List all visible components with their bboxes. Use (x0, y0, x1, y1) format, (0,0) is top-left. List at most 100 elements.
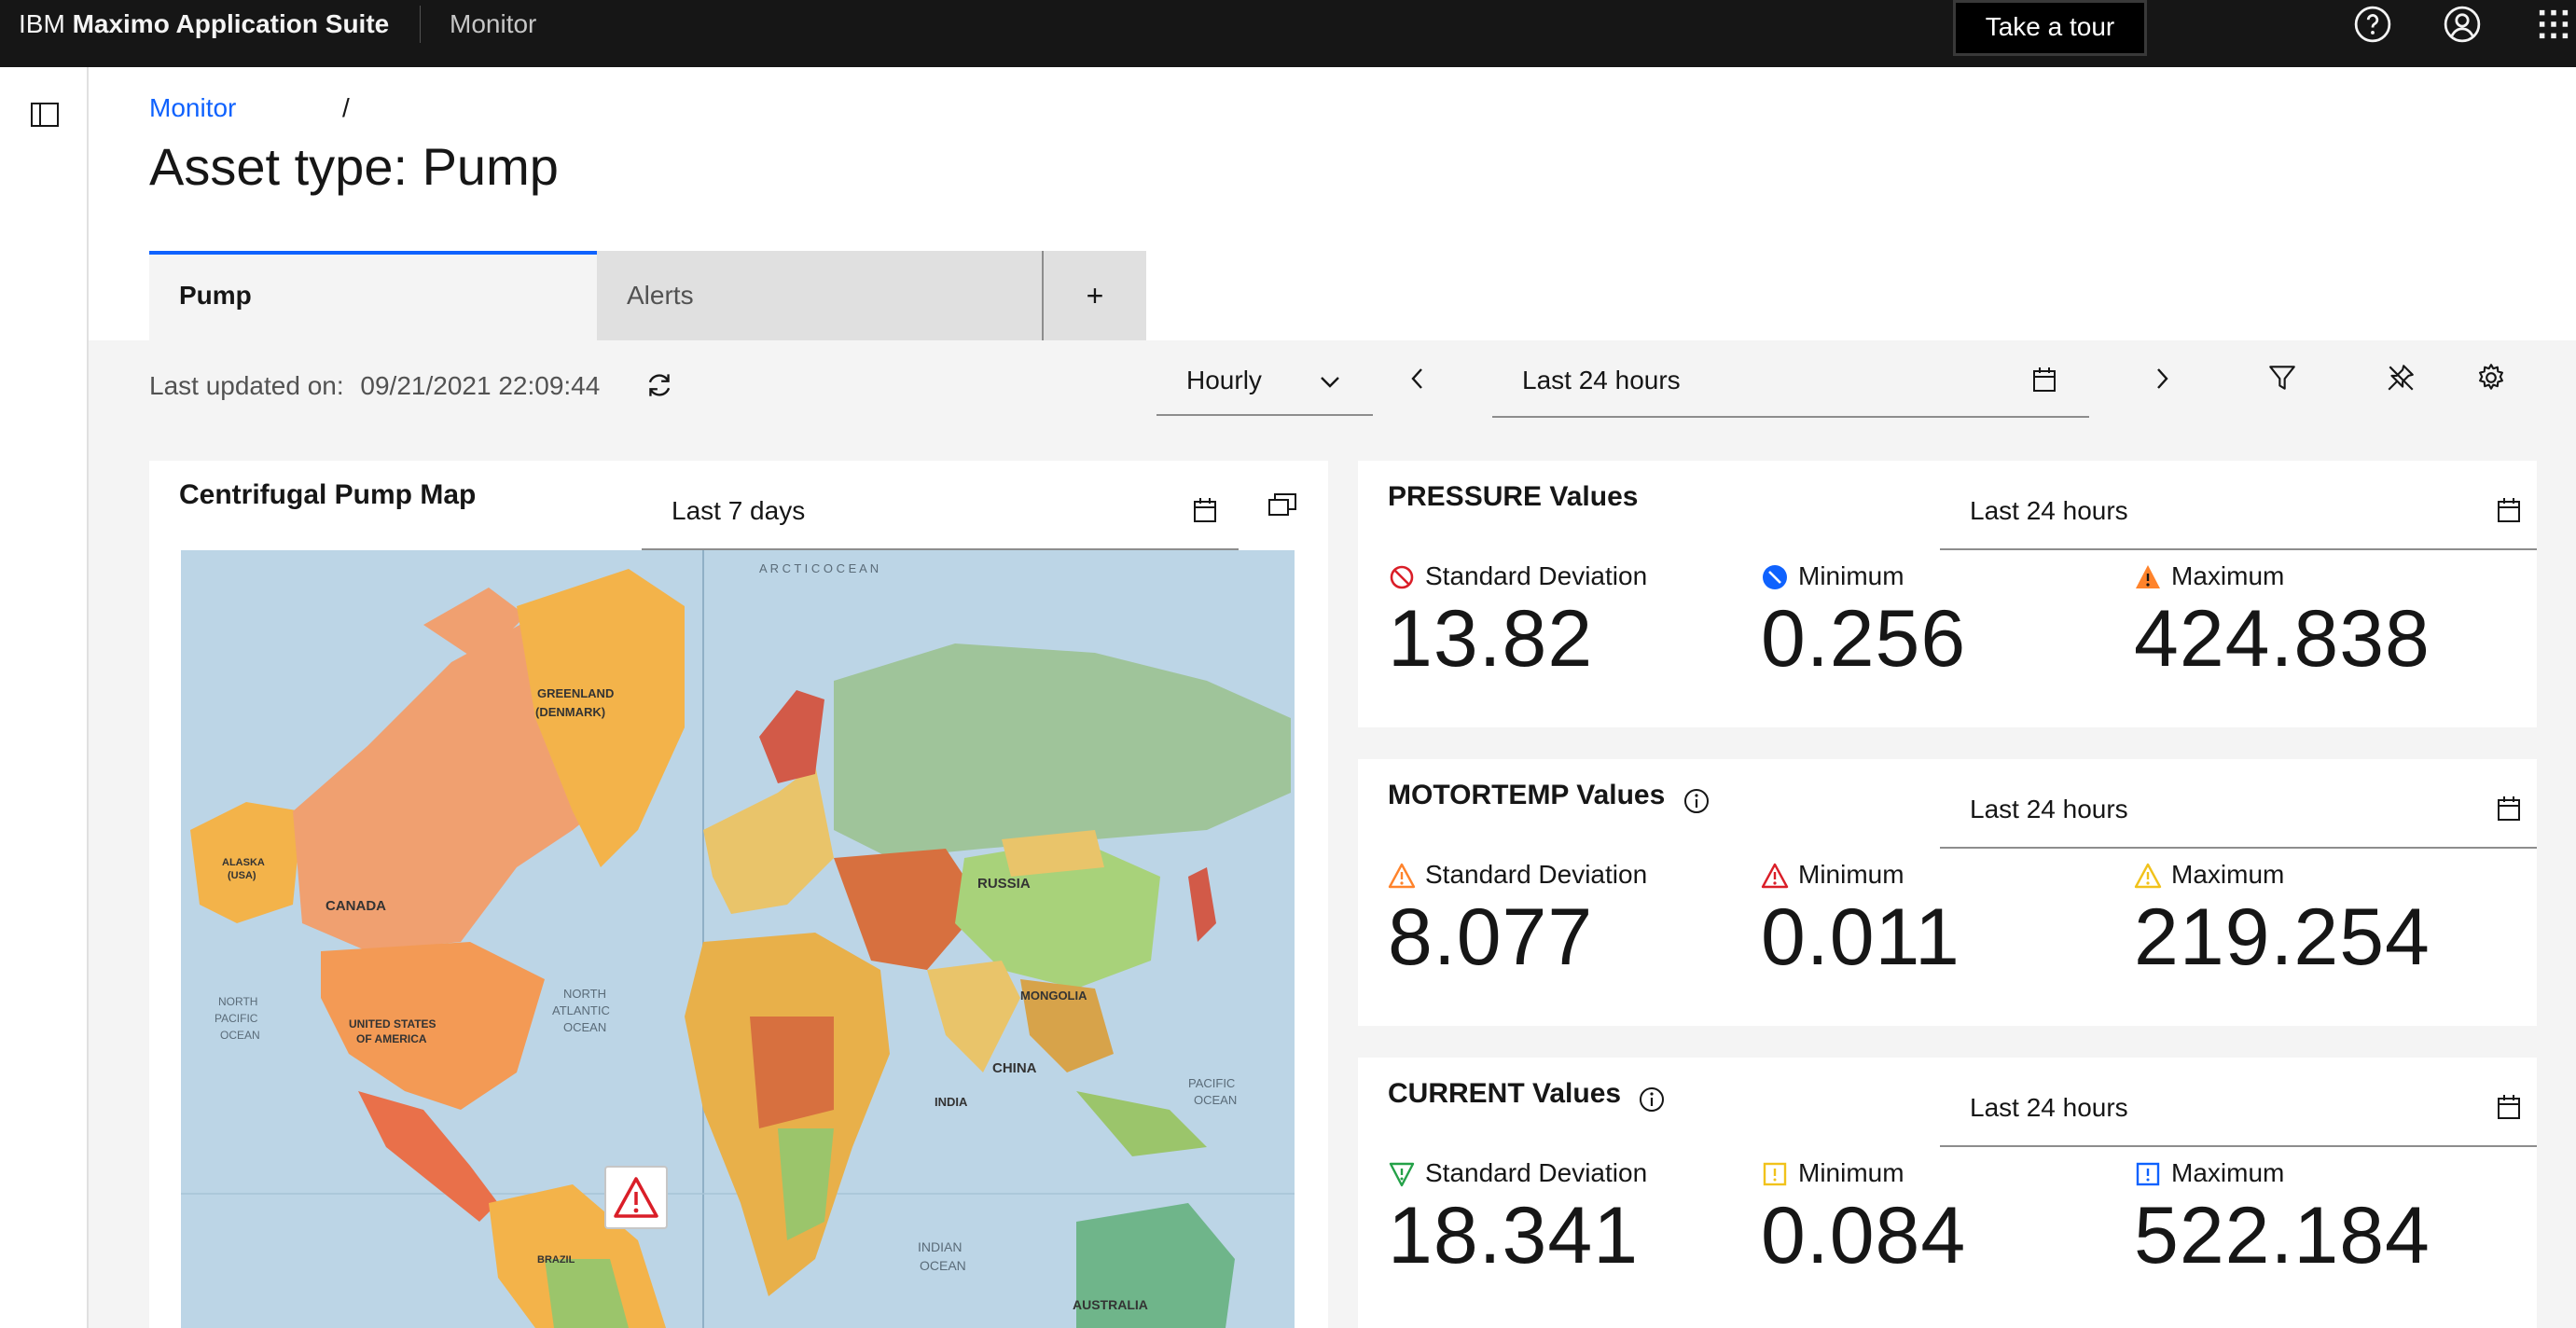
map-label-east-pacific-ocean: OCEAN (1194, 1093, 1237, 1107)
user-avatar-icon[interactable] (2442, 4, 2483, 45)
expand-icon[interactable] (1267, 491, 1298, 519)
card-title: CURRENT Values (1388, 1078, 1622, 1109)
prohibited-icon (1390, 565, 1414, 589)
map-label-russia: RUSSIA (977, 876, 1031, 892)
side-nav-rail (0, 67, 89, 1328)
last-updated-value: 09/21/2021 22:09:44 (360, 371, 601, 400)
interval-dropdown[interactable]: Hourly (1156, 349, 1373, 416)
breadcrumb-separator: / (342, 93, 350, 122)
card-date-range-picker[interactable]: Last 24 hours (1940, 776, 2537, 849)
warning-outline-icon (2134, 863, 2162, 889)
product-name[interactable]: IBM Maximo Application Suite (19, 0, 389, 67)
calendar-icon (1194, 498, 1216, 522)
brand-prefix: IBM (19, 9, 65, 38)
date-range-value: Last 24 hours (1522, 366, 1681, 394)
map-date-range-picker[interactable]: Last 7 days (642, 477, 1239, 550)
map-label-ocean: OCEAN (220, 1029, 260, 1042)
unpin-icon[interactable] (2385, 362, 2417, 394)
metric-label: Maximum (2171, 1158, 2285, 1187)
alert-triangle-icon (614, 1177, 658, 1218)
pressure-values-card: PRESSURE Values Last 24 hours Standard D… (1358, 461, 2537, 727)
metric-label: Minimum (1798, 1158, 1904, 1187)
pump-map-card: Centrifugal Pump Map Last 7 days A R C T… (149, 461, 1328, 1328)
next-period-icon[interactable] (2149, 364, 2175, 394)
card-date-range-picker[interactable]: Last 24 hours (1940, 1074, 2537, 1147)
metric-value: 0.011 (1761, 892, 1960, 982)
map-card-title: Centrifugal Pump Map (179, 479, 477, 510)
metric-value: 18.341 (1388, 1191, 1640, 1280)
add-tab-button[interactable]: + (1044, 251, 1146, 340)
metric-value: 0.256 (1761, 594, 1967, 684)
date-range-picker[interactable]: Last 24 hours (1492, 349, 2089, 418)
current-values-card: CURRENT Values Last 24 hours Standard De… (1358, 1058, 2537, 1328)
card-date-range-picker[interactable]: Last 24 hours (1940, 477, 2537, 550)
card-date-range-value: Last 24 hours (1970, 795, 2128, 823)
motortemp-values-card: MOTORTEMP Values Last 24 hours Standard … (1358, 759, 2537, 1026)
page-header: Monitor / Asset type: Pump Pump Alerts + (89, 67, 2576, 340)
breadcrumb-monitor-link[interactable]: Monitor (149, 93, 236, 123)
map-label-mongolia: MONGOLIA (1020, 989, 1087, 1003)
map-label-china: CHINA (992, 1060, 1037, 1076)
metric-value: 219.254 (2134, 892, 2431, 982)
map-label-pacific: PACIFIC (215, 1012, 258, 1025)
calendar-icon (2498, 498, 2520, 522)
info-square-icon (2136, 1162, 2160, 1186)
last-updated: Last updated on: 09/21/2021 22:09:44 (149, 371, 600, 401)
map-label-india: INDIA (935, 1095, 968, 1109)
map-label-usa: UNITED STATES (349, 1017, 436, 1031)
previous-period-icon[interactable] (1405, 364, 1431, 394)
card-date-range-value: Last 24 hours (1970, 496, 2128, 525)
tab-alerts[interactable]: Alerts (597, 251, 1044, 340)
metric-value: 13.82 (1388, 594, 1594, 684)
map-label-denmark: (DENMARK) (535, 705, 605, 719)
map-label-brazil: BRAZIL (537, 1254, 575, 1266)
metric-label: Standard Deviation (1425, 860, 1648, 889)
metric-label: Minimum (1798, 860, 1904, 889)
warning-filled-icon (2136, 565, 2160, 588)
top-header-bar: IBM Maximo Application Suite Monitor Tak… (0, 0, 2576, 67)
map-label-america: OF AMERICA (356, 1032, 427, 1045)
calendar-icon (2498, 796, 2520, 821)
calendar-icon (2498, 1095, 2520, 1119)
metric-label: Minimum (1798, 561, 1904, 590)
map-label-north-atlantic: NORTH (563, 987, 606, 1001)
warning-outline-icon (1761, 863, 1789, 889)
card-title: PRESSURE Values (1388, 481, 1639, 512)
brand-name: Maximo Application Suite (72, 9, 390, 38)
filter-icon[interactable] (2266, 362, 2298, 394)
metric-value: 522.184 (2134, 1191, 2431, 1280)
side-panel-toggle-icon[interactable] (30, 101, 60, 129)
metric-label: Maximum (2171, 561, 2285, 590)
tab-pump[interactable]: Pump (149, 251, 597, 340)
map-date-range-value: Last 7 days (672, 496, 806, 525)
warning-square-icon (1763, 1162, 1787, 1186)
settings-gear-icon[interactable] (2475, 362, 2507, 394)
minor-slash-icon (1763, 565, 1787, 589)
take-a-tour-button[interactable]: Take a tour (1953, 0, 2147, 56)
map-label-east-pacific: PACIFIC (1188, 1076, 1235, 1090)
info-icon[interactable] (1638, 1086, 1666, 1114)
metric-value: 424.838 (2134, 594, 2431, 684)
chevron-down-icon (1321, 377, 1339, 388)
refresh-icon[interactable] (644, 369, 675, 401)
metric-label: Standard Deviation (1425, 1158, 1648, 1187)
calendar-icon (2033, 367, 2056, 392)
interval-value: Hourly (1186, 366, 1262, 394)
triangle-down-icon (1389, 1162, 1415, 1187)
page-title: Asset type: Pump (149, 137, 559, 196)
map-label-alaska: ALASKA (222, 857, 265, 868)
world-map[interactable]: A R C T I C O C E A N GREENLAND (DENMARK… (181, 550, 1295, 1328)
metric-label: Maximum (2171, 860, 2285, 889)
app-switcher-icon[interactable] (2533, 4, 2574, 45)
world-map-graphic: A R C T I C O C E A N GREENLAND (DENMARK… (181, 550, 1295, 1328)
header-divider (420, 6, 421, 43)
card-title: MOTORTEMP Values (1388, 780, 1666, 810)
info-icon[interactable] (1683, 787, 1710, 815)
help-icon[interactable] (2352, 4, 2393, 45)
app-name[interactable]: Monitor (450, 0, 536, 48)
metric-label: Standard Deviation (1425, 561, 1648, 590)
card-date-range-value: Last 24 hours (1970, 1093, 2128, 1122)
map-label-greenland: GREENLAND (537, 686, 614, 700)
pump-alert-marker[interactable] (604, 1166, 668, 1229)
last-updated-label: Last updated on: (149, 371, 344, 400)
